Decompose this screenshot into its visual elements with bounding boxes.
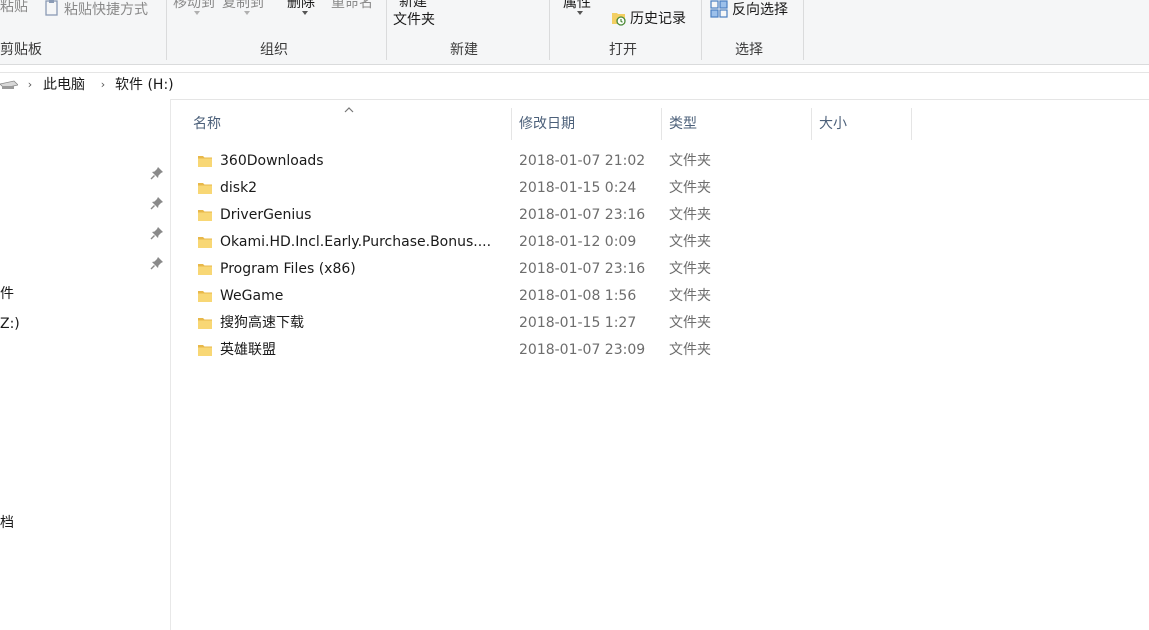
pin-icon[interactable]	[150, 196, 164, 210]
column-header-type[interactable]: 类型	[669, 115, 697, 133]
ribbon-separator	[701, 0, 702, 60]
folder-icon	[197, 288, 213, 304]
history-button[interactable]: 历史记录	[630, 10, 686, 28]
sort-ascending-icon	[344, 107, 354, 113]
clipboard-group-label: 剪贴板	[0, 42, 42, 58]
chevron-down-icon	[244, 11, 250, 15]
file-date: 2018-01-07 23:09	[519, 342, 646, 358]
nav-item-software[interactable]: 件	[0, 285, 14, 303]
invert-selection-button[interactable]: 反向选择	[732, 1, 788, 19]
paste-button[interactable]: 粘贴	[0, 0, 28, 16]
invert-selection-icon	[710, 0, 728, 18]
file-name[interactable]: 360Downloads	[220, 152, 324, 170]
pin-icon[interactable]	[150, 256, 164, 270]
new-group-label: 新建	[450, 42, 478, 58]
breadcrumb-this-pc[interactable]: 此电脑	[43, 76, 85, 94]
paste-shortcut-icon	[45, 0, 59, 16]
file-row[interactable]: 搜狗高速下载 2018-01-15 1:27 文件夹	[192, 310, 912, 337]
file-name[interactable]: WeGame	[220, 287, 283, 305]
file-row[interactable]: Okami.HD.Incl.Early.Purchase.Bonus.... 20…	[192, 229, 912, 256]
file-name[interactable]: 英雄联盟	[220, 341, 276, 359]
chevron-right-icon[interactable]: ›	[96, 78, 110, 92]
rename-button[interactable]: 重命名	[331, 0, 373, 12]
open-group-label: 打开	[609, 42, 637, 58]
file-date: 2018-01-15 1:27	[519, 315, 637, 331]
file-type: 文件夹	[669, 207, 711, 223]
chevron-down-icon	[302, 11, 308, 15]
folder-icon	[197, 207, 213, 223]
file-row[interactable]: 英雄联盟 2018-01-07 23:09 文件夹	[192, 337, 912, 364]
file-name[interactable]: disk2	[220, 179, 257, 197]
file-date: 2018-01-07 21:02	[519, 153, 646, 169]
address-bar[interactable]: › 此电脑 › 软件 (H:)	[0, 72, 1149, 100]
file-type: 文件夹	[669, 288, 711, 304]
file-type: 文件夹	[669, 180, 711, 196]
file-name[interactable]: Program Files (x86)	[220, 260, 356, 278]
organize-group-label: 组织	[260, 42, 288, 58]
file-row[interactable]: 360Downloads 2018-01-07 21:02 文件夹	[192, 148, 912, 175]
column-header-date[interactable]: 修改日期	[519, 115, 575, 133]
folder-icon	[197, 342, 213, 358]
ribbon-separator	[549, 0, 550, 60]
copy-to-button[interactable]: 复制到	[222, 0, 264, 12]
file-date: 2018-01-07 23:16	[519, 207, 646, 223]
ribbon-separator	[803, 0, 804, 60]
file-row[interactable]: disk2 2018-01-15 0:24 文件夹	[192, 175, 912, 202]
column-header-size[interactable]: 大小	[819, 115, 847, 133]
pin-icon[interactable]	[150, 226, 164, 240]
file-row[interactable]: Program Files (x86) 2018-01-07 23:16 文件夹	[192, 256, 912, 283]
file-type: 文件夹	[669, 261, 711, 277]
paste-shortcut-button[interactable]: 粘贴快捷方式	[64, 1, 148, 19]
chevron-right-icon[interactable]: ›	[23, 78, 37, 92]
nav-item-drive-z[interactable]: Z:)	[0, 315, 20, 333]
nav-item-documents[interactable]: 档	[0, 514, 14, 532]
chevron-down-icon	[194, 11, 200, 15]
file-date: 2018-01-12 0:09	[519, 234, 637, 250]
column-divider[interactable]	[811, 108, 812, 140]
folder-icon	[197, 261, 213, 277]
file-type: 文件夹	[669, 342, 711, 358]
folder-icon	[197, 180, 213, 196]
navigation-pane[interactable]: 件 Z:) 档	[0, 99, 171, 630]
breadcrumb-drive-h[interactable]: 软件 (H:)	[115, 76, 174, 94]
file-row[interactable]: WeGame 2018-01-08 1:56 文件夹	[192, 283, 912, 310]
column-divider[interactable]	[911, 108, 912, 140]
ribbon-separator	[166, 0, 167, 60]
file-date: 2018-01-07 23:16	[519, 261, 646, 277]
file-name[interactable]: DriverGenius	[220, 206, 311, 224]
file-type: 文件夹	[669, 315, 711, 331]
select-group-label: 选择	[735, 42, 763, 58]
new-folder-button-line2[interactable]: 文件夹	[393, 11, 435, 29]
delete-button[interactable]: 删除	[287, 0, 315, 12]
ribbon-separator	[386, 0, 387, 60]
folder-icon	[197, 315, 213, 331]
file-date: 2018-01-15 0:24	[519, 180, 637, 196]
pin-icon[interactable]	[150, 166, 164, 180]
chevron-down-icon	[577, 11, 583, 15]
folder-icon	[197, 153, 213, 169]
file-date: 2018-01-08 1:56	[519, 288, 637, 304]
ribbon: 粘贴 粘贴快捷方式 剪贴板 移动到 复制到 删除 重命名 组织 新建 文件夹 新…	[0, 0, 1149, 65]
file-type: 文件夹	[669, 234, 711, 250]
column-divider[interactable]	[511, 108, 512, 140]
file-name[interactable]: Okami.HD.Incl.Early.Purchase.Bonus....	[220, 233, 491, 251]
file-type: 文件夹	[669, 153, 711, 169]
folder-icon	[197, 234, 213, 250]
history-icon	[611, 10, 627, 26]
new-folder-button[interactable]: 新建	[399, 0, 427, 11]
file-row[interactable]: DriverGenius 2018-01-07 23:16 文件夹	[192, 202, 912, 229]
column-divider[interactable]	[661, 108, 662, 140]
drive-icon	[0, 79, 19, 91]
file-name[interactable]: 搜狗高速下载	[220, 314, 304, 332]
column-header-name[interactable]: 名称	[193, 115, 221, 133]
